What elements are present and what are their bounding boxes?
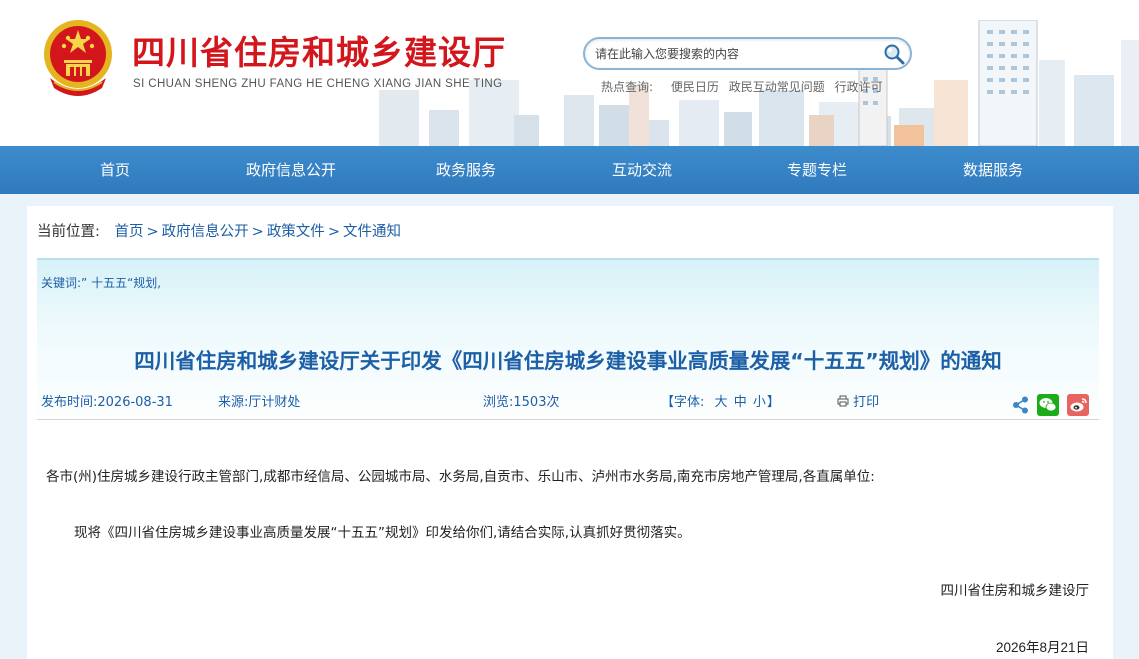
print-button[interactable]: 打印 — [837, 391, 879, 410]
font-size-label-close: 】 — [766, 395, 780, 410]
views-count: 1503次 — [513, 395, 560, 410]
article-signature: 四川省住房和城乡建设厅 — [940, 583, 1090, 599]
article-header: 关键词:” 十五五“规划, 四川省住房和城乡建设厅关于印发《四川省住房城乡建设事… — [37, 258, 1099, 428]
font-size-label: 【字体: — [661, 395, 705, 410]
nav-item-special[interactable]: 专题专栏 — [758, 146, 876, 194]
site-subtitle: SI CHUAN SHENG ZHU FANG HE CHENG XIANG J… — [133, 78, 503, 90]
font-size-large[interactable]: 大 — [715, 395, 728, 410]
site-title: 四川省住房和城乡建设厅 — [132, 33, 506, 72]
article-salutation: 各市(州)住房城乡建设行政主管部门,成都市经信局、公园城市局、水务局,自贡市、乐… — [46, 469, 875, 485]
breadcrumb-gov-info[interactable]: 政府信息公开 — [162, 224, 249, 240]
font-size-medium[interactable]: 中 — [734, 395, 747, 410]
views-label: 浏览: — [483, 395, 514, 410]
breadcrumb-notice[interactable]: 文件通知 — [343, 224, 401, 240]
hot-link-permit[interactable]: 行政许可 — [835, 80, 883, 94]
hot-link-faq[interactable]: 政民互动常见问题 — [729, 80, 825, 94]
publish-label: 发布时间: — [41, 395, 98, 410]
weibo-icon[interactable] — [1067, 394, 1089, 416]
breadcrumb: 当前位置: 首页 > 政府信息公开 > 政策文件 > 文件通知 — [37, 220, 401, 241]
source-label: 来源: — [218, 395, 249, 410]
article-keywords: 关键词:” 十五五“规划, — [41, 276, 162, 290]
publish-meta: 发布时间:2026-08-31 — [41, 391, 173, 410]
main-nav: 首页 政府信息公开 政务服务 互动交流 专题专栏 数据服务 — [0, 146, 1139, 194]
nav-item-gov-info[interactable]: 政府信息公开 — [226, 146, 356, 194]
hot-search-bar: 热点查询: 便民日历 政民互动常见问题 行政许可 — [601, 78, 889, 95]
breadcrumb-policy[interactable]: 政策文件 — [267, 224, 325, 240]
print-label: 打印 — [853, 395, 880, 410]
breadcrumb-label: 当前位置: — [37, 224, 100, 240]
article-paragraph: 现将《四川省住房城乡建设事业高质量发展“十五五”规划》印发给你们,请结合实际,认… — [74, 525, 691, 541]
content-panel: 当前位置: 首页 > 政府信息公开 > 政策文件 > 文件通知 关键词:” 十五五“规划, … — [27, 206, 1113, 659]
publish-date: 2026-08-31 — [97, 395, 173, 410]
search-box — [583, 37, 912, 70]
article-date: 2026年8月21日 — [995, 640, 1089, 655]
nav-item-gov-service[interactable]: 政务服务 — [407, 146, 525, 194]
font-size-small[interactable]: 小 — [753, 395, 766, 410]
printer-icon — [837, 395, 849, 407]
hot-search-label: 热点查询: — [601, 80, 654, 94]
site-header: 四川省住房和城乡建设厅 SI CHUAN SHENG ZHU FANG HE C… — [0, 0, 1139, 146]
breadcrumb-separator: > — [146, 224, 159, 240]
source-value: 厅计财处 — [248, 395, 301, 410]
hot-link-calendar[interactable]: 便民日历 — [671, 80, 719, 94]
search-input[interactable] — [595, 45, 875, 63]
breadcrumb-separator: > — [327, 224, 340, 240]
nav-item-home[interactable]: 首页 — [56, 146, 174, 194]
source-meta: 来源:厅计财处 — [218, 391, 300, 410]
article-title: 四川省住房和城乡建设厅关于印发《四川省住房城乡建设事业高质量发展“十五五”规划》… — [134, 349, 1002, 373]
nav-item-data-service[interactable]: 数据服务 — [934, 146, 1052, 194]
wechat-icon[interactable] — [1037, 394, 1059, 416]
search-icon[interactable] — [882, 42, 906, 66]
breadcrumb-separator: > — [251, 224, 264, 240]
breadcrumb-home[interactable]: 首页 — [115, 224, 144, 240]
nav-item-interaction[interactable]: 互动交流 — [583, 146, 701, 194]
meta-divider — [37, 419, 1099, 420]
national-emblem-logo — [44, 20, 112, 96]
views-meta: 浏览:1503次 — [483, 391, 559, 410]
font-size-control: 【字体: 大 中 小】 — [661, 391, 780, 410]
share-icon[interactable] — [1010, 394, 1032, 416]
